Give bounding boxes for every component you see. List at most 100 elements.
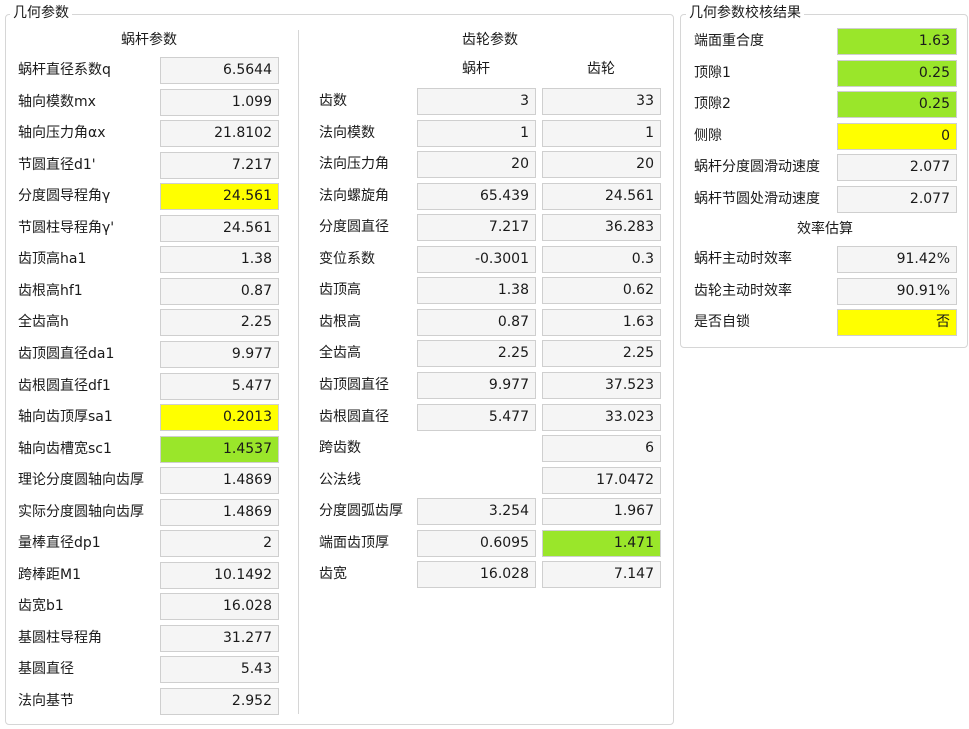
gear-param-gear-field[interactable]: 37.523 xyxy=(542,371,661,399)
worm-param-field[interactable]: 2 xyxy=(160,530,279,558)
gear-col-header-worm: 蜗杆 xyxy=(462,61,490,77)
gear-param-worm-field[interactable]: 2.25 xyxy=(417,340,536,368)
worm-param-label: 基圆柱导程角 xyxy=(18,629,102,646)
worm-param-label: 节圆直径d1' xyxy=(18,156,96,173)
efficiency-label: 蜗杆主动时效率 xyxy=(694,251,792,267)
worm-param-field[interactable]: 31.277 xyxy=(160,624,279,652)
gear-param-worm-field[interactable]: 1 xyxy=(417,119,536,147)
check-panel-title: 几何参数校核结果 xyxy=(686,5,804,21)
check-param-label: 顶隙1 xyxy=(694,64,731,81)
geometry-panel-title: 几何参数 xyxy=(10,5,72,21)
worm-param-label: 轴向模数mx xyxy=(18,93,96,110)
gear-param-worm-field[interactable]: 5.477 xyxy=(417,403,536,431)
worm-param-label: 量棒直径dp1 xyxy=(18,535,101,552)
check-param-label: 侧隙 xyxy=(694,127,722,144)
worm-param-field[interactable]: 21.8102 xyxy=(160,120,279,148)
gear-param-gear-field[interactable]: 33.023 xyxy=(542,403,661,431)
worm-param-field[interactable]: 1.38 xyxy=(160,246,279,274)
gear-param-gear-field[interactable]: 7.147 xyxy=(542,561,661,589)
worm-param-label: 轴向压力角αx xyxy=(18,125,106,142)
gear-col-header-gear: 齿轮 xyxy=(587,61,615,77)
gear-param-gear-field[interactable]: 1.471 xyxy=(542,529,661,557)
gear-param-label: 法向压力角 xyxy=(319,156,389,173)
worm-param-field[interactable]: 5.43 xyxy=(160,656,279,684)
geometry-divider xyxy=(298,30,299,714)
gear-param-worm-field[interactable]: 3 xyxy=(417,88,536,115)
gear-param-label: 跨齿数 xyxy=(319,440,361,457)
worm-param-field[interactable]: 1.4537 xyxy=(160,435,279,463)
gear-param-label: 分度圆弧齿厚 xyxy=(319,503,403,520)
gear-param-label: 齿顶圆直径 xyxy=(319,376,389,393)
worm-param-field[interactable]: 1.099 xyxy=(160,88,279,116)
worm-param-field[interactable]: 1.4869 xyxy=(160,498,279,526)
gear-param-worm-field[interactable]: 1.38 xyxy=(417,277,536,305)
gear-param-worm-field[interactable]: 0.87 xyxy=(417,308,536,336)
gear-param-gear-field[interactable]: 1.967 xyxy=(542,498,661,526)
check-param-label: 蜗杆节圆处滑动速度 xyxy=(694,191,820,207)
gear-param-worm-field[interactable]: -0.3001 xyxy=(417,245,536,273)
efficiency-field[interactable]: 90.91% xyxy=(837,277,957,305)
check-param-field[interactable]: 0 xyxy=(837,122,957,150)
gear-param-gear-field[interactable]: 20 xyxy=(542,151,661,179)
worm-param-label: 基圆直径 xyxy=(18,661,74,678)
worm-param-label: 理论分度圆轴向齿厚 xyxy=(18,472,144,489)
efficiency-field[interactable]: 否 xyxy=(837,309,957,336)
worm-param-field[interactable]: 7.217 xyxy=(160,151,279,179)
gear-param-label: 齿顶高 xyxy=(319,282,361,299)
gear-param-label: 齿根圆直径 xyxy=(319,408,389,425)
worm-param-field[interactable]: 10.1492 xyxy=(160,561,279,589)
gear-param-label: 法向螺旋角 xyxy=(319,187,389,204)
gear-param-gear-field[interactable]: 0.3 xyxy=(542,245,661,273)
gear-param-gear-field[interactable]: 2.25 xyxy=(542,340,661,368)
gear-param-worm-field[interactable]: 65.439 xyxy=(417,182,536,210)
gear-param-gear-field[interactable]: 0.62 xyxy=(542,277,661,305)
gear-param-gear-field[interactable]: 1.63 xyxy=(542,308,661,336)
gear-param-gear-field[interactable]: 36.283 xyxy=(542,214,661,242)
worm-param-field[interactable]: 2.952 xyxy=(160,688,279,715)
gear-param-label: 变位系数 xyxy=(319,250,375,267)
efficiency-field[interactable]: 91.42% xyxy=(837,246,957,273)
worm-param-field[interactable]: 2.25 xyxy=(160,309,279,337)
check-param-field[interactable]: 0.25 xyxy=(837,59,957,87)
worm-param-label: 轴向齿槽宽sc1 xyxy=(18,440,112,457)
worm-param-field[interactable]: 6.5644 xyxy=(160,57,279,84)
worm-param-label: 法向基节 xyxy=(18,693,74,709)
check-param-label: 蜗杆分度圆滑动速度 xyxy=(694,159,820,176)
worm-param-field[interactable]: 24.561 xyxy=(160,214,279,242)
check-param-field[interactable]: 2.077 xyxy=(837,186,957,213)
worm-param-field[interactable]: 24.561 xyxy=(160,183,279,211)
check-param-field[interactable]: 1.63 xyxy=(837,28,957,55)
worm-param-label: 跨棒距M1 xyxy=(18,566,81,583)
worm-param-label: 齿顶高ha1 xyxy=(18,251,87,268)
worm-param-label: 齿宽b1 xyxy=(18,598,64,615)
gear-param-label: 齿根高 xyxy=(319,313,361,330)
worm-param-label: 齿根圆直径df1 xyxy=(18,377,111,394)
gear-param-gear-field[interactable]: 6 xyxy=(542,435,661,463)
worm-param-field[interactable]: 9.977 xyxy=(160,340,279,368)
gear-param-worm-field[interactable]: 16.028 xyxy=(417,561,536,589)
gear-param-worm-field[interactable]: 3.254 xyxy=(417,498,536,526)
worm-param-field[interactable]: 16.028 xyxy=(160,593,279,621)
worm-param-field[interactable]: 0.2013 xyxy=(160,404,279,432)
gear-param-worm-field[interactable]: 9.977 xyxy=(417,371,536,399)
worm-param-field[interactable]: 5.477 xyxy=(160,372,279,400)
gear-param-worm-field[interactable]: 0.6095 xyxy=(417,529,536,557)
efficiency-label: 齿轮主动时效率 xyxy=(694,282,792,299)
worm-param-label: 实际分度圆轴向齿厚 xyxy=(18,503,144,520)
gear-param-gear-field[interactable]: 1 xyxy=(542,119,661,147)
worm-param-field[interactable]: 0.87 xyxy=(160,277,279,305)
gear-param-gear-field[interactable]: 33 xyxy=(542,88,661,115)
worm-param-field[interactable]: 1.4869 xyxy=(160,467,279,495)
efficiency-section-title: 效率估算 xyxy=(797,221,853,237)
gear-param-worm-field[interactable]: 20 xyxy=(417,151,536,179)
check-param-field[interactable]: 2.077 xyxy=(837,154,957,182)
check-param-label: 顶隙2 xyxy=(694,96,731,113)
gear-param-label: 端面齿顶厚 xyxy=(319,534,389,551)
worm-param-label: 齿顶圆直径da1 xyxy=(18,345,115,362)
gear-param-label: 齿数 xyxy=(319,93,347,109)
gear-param-gear-field[interactable]: 24.561 xyxy=(542,182,661,210)
gear-param-worm-field[interactable]: 7.217 xyxy=(417,214,536,242)
check-param-field[interactable]: 0.25 xyxy=(837,91,957,119)
worm-param-label: 分度圆导程角γ xyxy=(18,188,111,205)
gear-param-gear-field[interactable]: 17.0472 xyxy=(542,466,661,494)
